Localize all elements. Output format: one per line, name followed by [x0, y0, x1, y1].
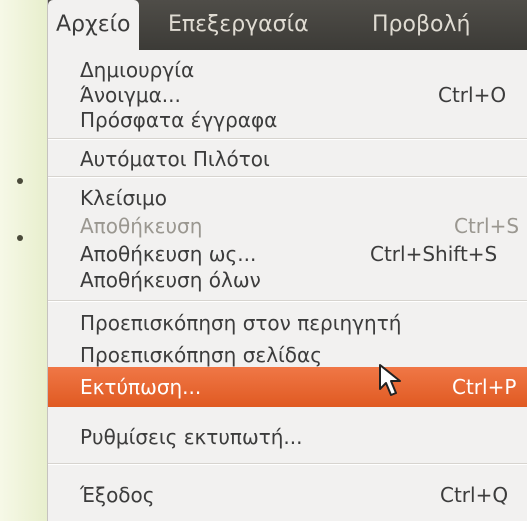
menu-item-recent-documents[interactable]: Πρόσφατα έγγραφα	[48, 105, 527, 135]
menu-item-shortcut: Ctrl+Q	[440, 483, 509, 507]
menu-separator	[48, 176, 527, 178]
mouse-pointer-icon	[379, 364, 401, 396]
menu-item-print[interactable]: Εκτύπωση... Ctrl+P	[48, 367, 527, 407]
menu-separator	[48, 300, 527, 302]
menu-separator	[48, 138, 527, 140]
menu-item-label: Προεπισκόπηση σελίδας	[80, 343, 322, 367]
menu-separator	[48, 463, 527, 465]
menubar-file[interactable]: Αρχείο	[48, 0, 139, 50]
menubar-view[interactable]: Προβολή	[364, 0, 478, 50]
menu-item-label: Αποθήκευση όλων	[80, 268, 261, 292]
menu-item-shortcut: Ctrl+P	[452, 375, 517, 399]
menu-item-printer-settings[interactable]: Ρυθμίσεις εκτυπωτή...	[48, 422, 527, 452]
menu-item-close[interactable]: Κλείσιμο	[48, 183, 527, 213]
desktop-dot	[17, 235, 23, 241]
menu-item-label: Κλείσιμο	[80, 186, 167, 210]
menu-item-label: Πρόσφατα έγγραφα	[80, 108, 278, 132]
menubar: Αρχείο Επεξεργασία Προβολή	[48, 0, 527, 50]
file-menu-dropdown: Δημιουργία Άνοιγμα... Ctrl+O Πρόσφατα έγ…	[48, 50, 527, 521]
menu-item-exit[interactable]: Έξοδος Ctrl+Q	[48, 480, 527, 510]
menu-item-label: Εκτύπωση...	[80, 375, 202, 399]
menu-item-page-preview[interactable]: Προεπισκόπηση σελίδας	[48, 340, 527, 370]
menu-item-save-all[interactable]: Αποθήκευση όλων	[48, 265, 527, 295]
menu-item-save[interactable]: Αποθήκευση Ctrl+S	[48, 211, 527, 241]
menu-item-label: Αυτόματοι Πιλότοι	[80, 147, 270, 171]
menubar-edit[interactable]: Επεξεργασία	[160, 0, 317, 50]
menu-item-label: Αποθήκευση	[80, 214, 203, 238]
menu-item-label: Ρυθμίσεις εκτυπωτή...	[80, 425, 303, 449]
application-window: Αρχείο Επεξεργασία Προβολή Δημιουργία Άν…	[47, 0, 527, 521]
menu-item-label: Προεπισκόπηση στον περιηγητή	[80, 311, 402, 335]
menu-item-preview-in-browser[interactable]: Προεπισκόπηση στον περιηγητή	[48, 308, 527, 338]
menu-item-shortcut: Ctrl+S	[454, 214, 520, 238]
desktop-background	[0, 0, 47, 521]
menu-item-wizards[interactable]: Αυτόματοι Πιλότοι	[48, 144, 527, 174]
desktop-dot	[17, 178, 23, 184]
menu-item-label: Έξοδος	[80, 483, 155, 507]
